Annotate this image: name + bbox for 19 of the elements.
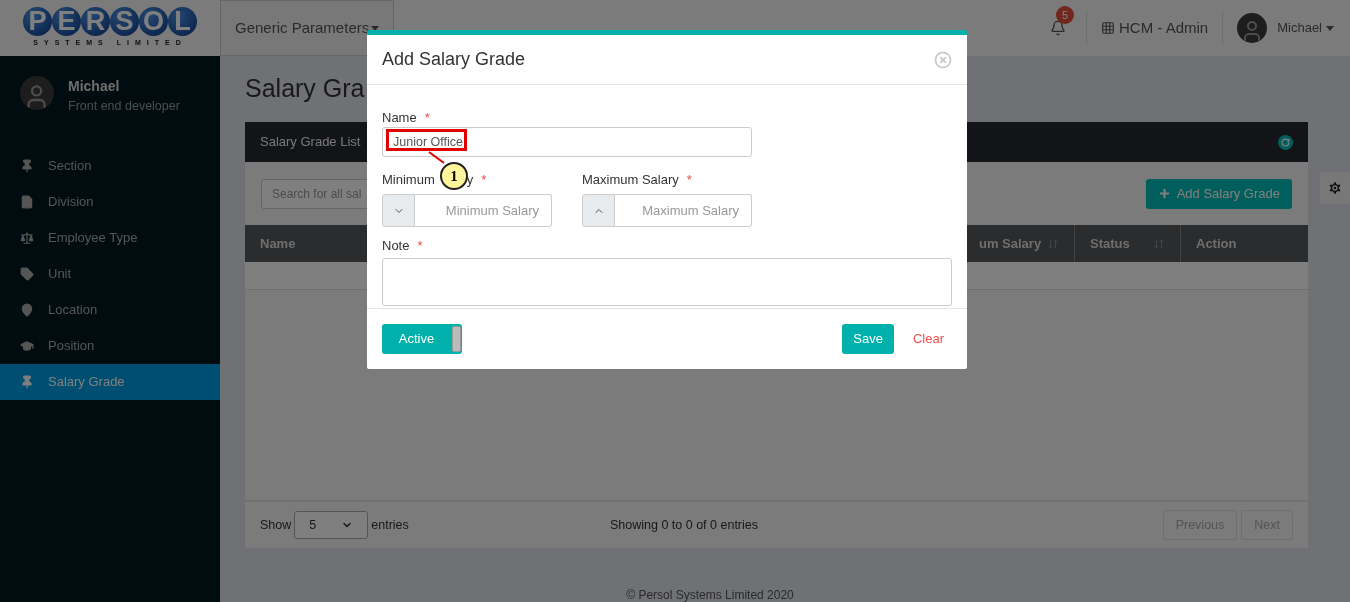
required-mark: * — [424, 109, 430, 125]
show-label: Show — [260, 516, 292, 534]
field-label: y — [466, 171, 474, 188]
field-label: Note — [382, 237, 410, 254]
required-mark: * — [686, 171, 692, 188]
user-role: Front end developer — [68, 98, 180, 115]
card-title: Salary Grade List — [260, 133, 361, 152]
user-name: Michael — [68, 77, 121, 96]
copyright: © Persol Systems Limited 2020 — [626, 588, 794, 602]
required-mark: * — [481, 171, 487, 188]
field-label: Minimum — [382, 171, 435, 188]
callout-marker: 1 — [440, 162, 468, 190]
notification-badge: 5 — [1056, 6, 1074, 24]
page-title: Salary Gra — [245, 73, 365, 105]
field-label: Maximum Salary — [582, 171, 679, 188]
entries-label: entries — [371, 516, 409, 534]
entries-info: Showing 0 to 0 of 0 entries — [610, 516, 759, 534]
field-label: Name — [382, 109, 417, 125]
required-mark: * — [417, 237, 423, 254]
